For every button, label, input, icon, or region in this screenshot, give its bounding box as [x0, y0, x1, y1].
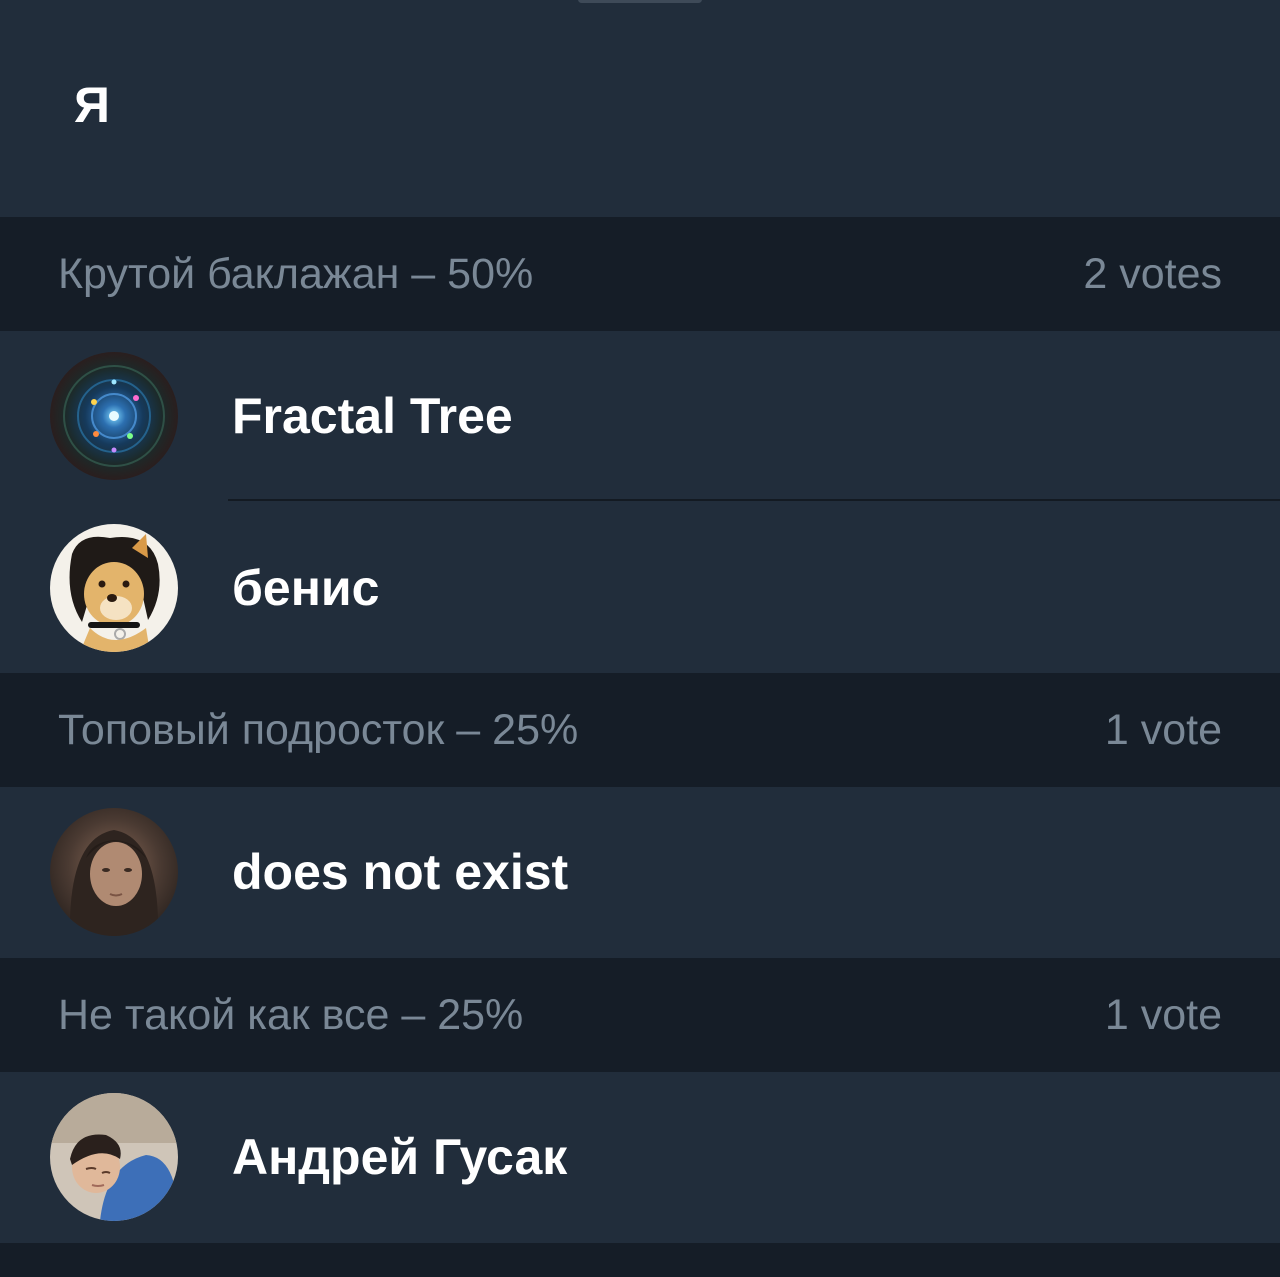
voter-row[interactable]: Fractal Tree	[0, 331, 1280, 501]
vote-count: 1 vote	[1104, 991, 1222, 1039]
vote-count: 2 votes	[1083, 250, 1222, 298]
poll-title: Я	[74, 77, 110, 133]
option-label: Не такой как все – 25%	[58, 991, 524, 1039]
poll-results-panel: Я Крутой баклажан – 50% 2 votes Fractal …	[0, 0, 1280, 1277]
fractal-tree-avatar	[50, 352, 178, 480]
option-header: Топовый подросток – 25% 1 vote	[0, 673, 1280, 787]
vote-count: 1 vote	[1104, 706, 1222, 754]
option-label: Крутой баклажан – 50%	[58, 250, 534, 298]
option-header: Крутой баклажан – 50% 2 votes	[0, 217, 1280, 331]
voter-row[interactable]: бенис	[0, 503, 1280, 673]
voter-name: бенис	[232, 560, 380, 616]
voter-name: does not exist	[232, 844, 569, 900]
dog-avatar	[50, 524, 178, 652]
person-avatar	[50, 808, 178, 936]
voter-row[interactable]: Андрей Гусак	[0, 1072, 1280, 1242]
voter-name: Андрей Гусак	[232, 1129, 568, 1185]
voter-name: Fractal Tree	[232, 388, 513, 444]
bottom-strip	[0, 1243, 1280, 1277]
voter-row[interactable]: does not exist	[0, 787, 1280, 957]
drag-handle[interactable]	[578, 0, 702, 3]
person-avatar	[50, 1093, 178, 1221]
option-label: Топовый подросток – 25%	[58, 706, 579, 754]
row-divider	[228, 499, 1280, 501]
option-header: Не такой как все – 25% 1 vote	[0, 958, 1280, 1072]
